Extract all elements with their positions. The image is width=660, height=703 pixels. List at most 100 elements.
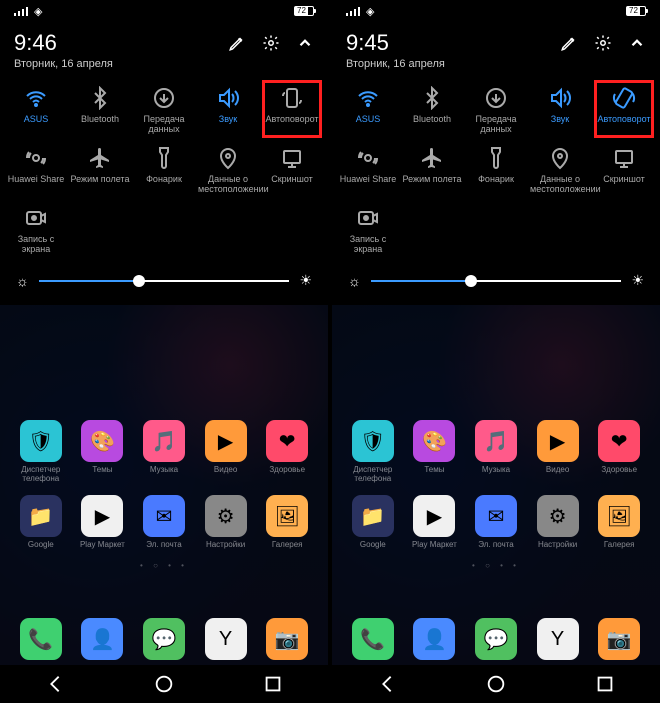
app-Темы[interactable]: 🎨 Темы: [406, 420, 462, 483]
dock-icon: 👤: [413, 618, 455, 660]
dock-app[interactable]: Y: [198, 618, 254, 663]
slider-track[interactable]: [371, 280, 622, 282]
dock-app[interactable]: Y: [530, 618, 586, 663]
app-Play Маркет[interactable]: ▶ Play Маркет: [74, 495, 130, 549]
qs-tile-sound[interactable]: Звук: [528, 80, 592, 140]
dock-app[interactable]: 👤: [74, 618, 130, 663]
qs-tile-label: Данные о местоположении: [198, 174, 258, 194]
slider-thumb[interactable]: [133, 275, 145, 287]
app-icon: 🖼: [266, 495, 308, 537]
slider-track[interactable]: [39, 280, 290, 282]
qs-tile-label: ASUS: [338, 114, 398, 124]
collapse-icon[interactable]: [296, 34, 314, 52]
torch-icon: [134, 146, 194, 170]
qs-tile-wifi[interactable]: ASUS: [4, 80, 68, 140]
qs-tile-label: Звук: [198, 114, 258, 124]
app-label: Видео: [198, 465, 254, 474]
clock-date: Вторник, 16 апреля: [346, 58, 445, 70]
slider-thumb[interactable]: [465, 275, 477, 287]
qs-tile-bt[interactable]: Bluetooth: [400, 80, 464, 140]
rotate-on-icon: [594, 86, 654, 110]
qs-tile-label: ASUS: [6, 114, 66, 124]
app-icon: ❤: [598, 420, 640, 462]
app-Эл. почта[interactable]: ✉ Эл. почта: [136, 495, 192, 549]
app-label: Диспетчер телефона: [13, 465, 69, 483]
clock-time: 9:45: [346, 30, 445, 56]
quick-settings-grid: ASUS Bluetooth Передача данных: [332, 74, 660, 260]
wifi-status-icon: ◈: [34, 5, 42, 18]
dock-app[interactable]: 💬: [468, 618, 524, 663]
app-label: Эл. почта: [136, 540, 192, 549]
qs-tile-data[interactable]: Передача данных: [132, 80, 196, 140]
brightness-slider[interactable]: ☼ ☀: [332, 260, 660, 299]
qs-tile-torch[interactable]: Фонарик: [464, 140, 528, 200]
app-Google[interactable]: 📁 Google: [13, 495, 69, 549]
nav-recent[interactable]: [594, 673, 616, 695]
nav-back[interactable]: [376, 673, 398, 695]
app-Видео[interactable]: ▶ Видео: [530, 420, 586, 483]
dock-app[interactable]: 💬: [136, 618, 192, 663]
qs-tile-label: Скриншот: [594, 174, 654, 184]
app-Галерея[interactable]: 🖼 Галерея: [259, 495, 315, 549]
edit-icon[interactable]: [560, 34, 578, 52]
app-Музыка[interactable]: 🎵 Музыка: [136, 420, 192, 483]
dock-app[interactable]: 📞: [13, 618, 69, 663]
qs-tile-rotate-on[interactable]: Автоповорот: [592, 80, 656, 140]
dock-app[interactable]: 📷: [259, 618, 315, 663]
qs-tile-label: Режим полета: [402, 174, 462, 184]
share-icon: [6, 146, 66, 170]
settings-icon[interactable]: [594, 34, 612, 52]
app-Диспетчер телефона[interactable]: 🛡 Диспетчер телефона: [345, 420, 401, 483]
app-Google[interactable]: 📁 Google: [345, 495, 401, 549]
qs-tile-rotate-off[interactable]: Автоповорот: [260, 80, 324, 140]
navigation-bar: [0, 665, 328, 703]
qs-tile-sound[interactable]: Звук: [196, 80, 260, 140]
dock-app[interactable]: 👤: [406, 618, 462, 663]
dock-app[interactable]: 📷: [591, 618, 647, 663]
app-Здоровье[interactable]: ❤ Здоровье: [259, 420, 315, 483]
qs-tile-torch[interactable]: Фонарик: [132, 140, 196, 200]
qs-header: 9:45 Вторник, 16 апреля: [332, 22, 660, 74]
qs-tile-shot[interactable]: Скриншот: [592, 140, 656, 200]
qs-tile-rec[interactable]: Запись с экрана: [336, 200, 400, 260]
page-indicator: • ○ • •: [10, 561, 318, 570]
app-label: Google: [13, 540, 69, 549]
qs-tile-share[interactable]: Huawei Share: [4, 140, 68, 200]
qs-tile-rec[interactable]: Запись с экрана: [4, 200, 68, 260]
qs-tile-loc[interactable]: Данные о местоположении: [528, 140, 592, 200]
qs-tile-data[interactable]: Передача данных: [464, 80, 528, 140]
app-Настройки[interactable]: ⚙ Настройки: [198, 495, 254, 549]
app-icon: ▶: [537, 420, 579, 462]
dock: 📞 👤 💬 Y 📷: [332, 618, 660, 663]
qs-tile-share[interactable]: Huawei Share: [336, 140, 400, 200]
app-Темы[interactable]: 🎨 Темы: [74, 420, 130, 483]
app-Диспетчер телефона[interactable]: 🛡 Диспетчер телефона: [13, 420, 69, 483]
app-Видео[interactable]: ▶ Видео: [198, 420, 254, 483]
dock-app[interactable]: 📞: [345, 618, 401, 663]
qs-tile-shot[interactable]: Скриншот: [260, 140, 324, 200]
app-icon: 🖼: [598, 495, 640, 537]
qs-tile-bt[interactable]: Bluetooth: [68, 80, 132, 140]
qs-tile-plane[interactable]: Режим полета: [400, 140, 464, 200]
nav-home[interactable]: [153, 673, 175, 695]
qs-tile-loc[interactable]: Данные о местоположении: [196, 140, 260, 200]
app-Здоровье[interactable]: ❤ Здоровье: [591, 420, 647, 483]
collapse-icon[interactable]: [628, 34, 646, 52]
app-Настройки[interactable]: ⚙ Настройки: [530, 495, 586, 549]
app-Play Маркет[interactable]: ▶ Play Маркет: [406, 495, 462, 549]
sound-icon: [530, 86, 590, 110]
app-Эл. почта[interactable]: ✉ Эл. почта: [468, 495, 524, 549]
app-Галерея[interactable]: 🖼 Галерея: [591, 495, 647, 549]
brightness-high-icon: ☀: [299, 272, 312, 289]
settings-icon[interactable]: [262, 34, 280, 52]
qs-tile-wifi[interactable]: ASUS: [336, 80, 400, 140]
nav-recent[interactable]: [262, 673, 284, 695]
qs-tile-label: Звук: [530, 114, 590, 124]
brightness-slider[interactable]: ☼ ☀: [0, 260, 328, 299]
nav-back[interactable]: [44, 673, 66, 695]
edit-icon[interactable]: [228, 34, 246, 52]
nav-home[interactable]: [485, 673, 507, 695]
clock-time: 9:46: [14, 30, 113, 56]
qs-tile-plane[interactable]: Режим полета: [68, 140, 132, 200]
app-Музыка[interactable]: 🎵 Музыка: [468, 420, 524, 483]
